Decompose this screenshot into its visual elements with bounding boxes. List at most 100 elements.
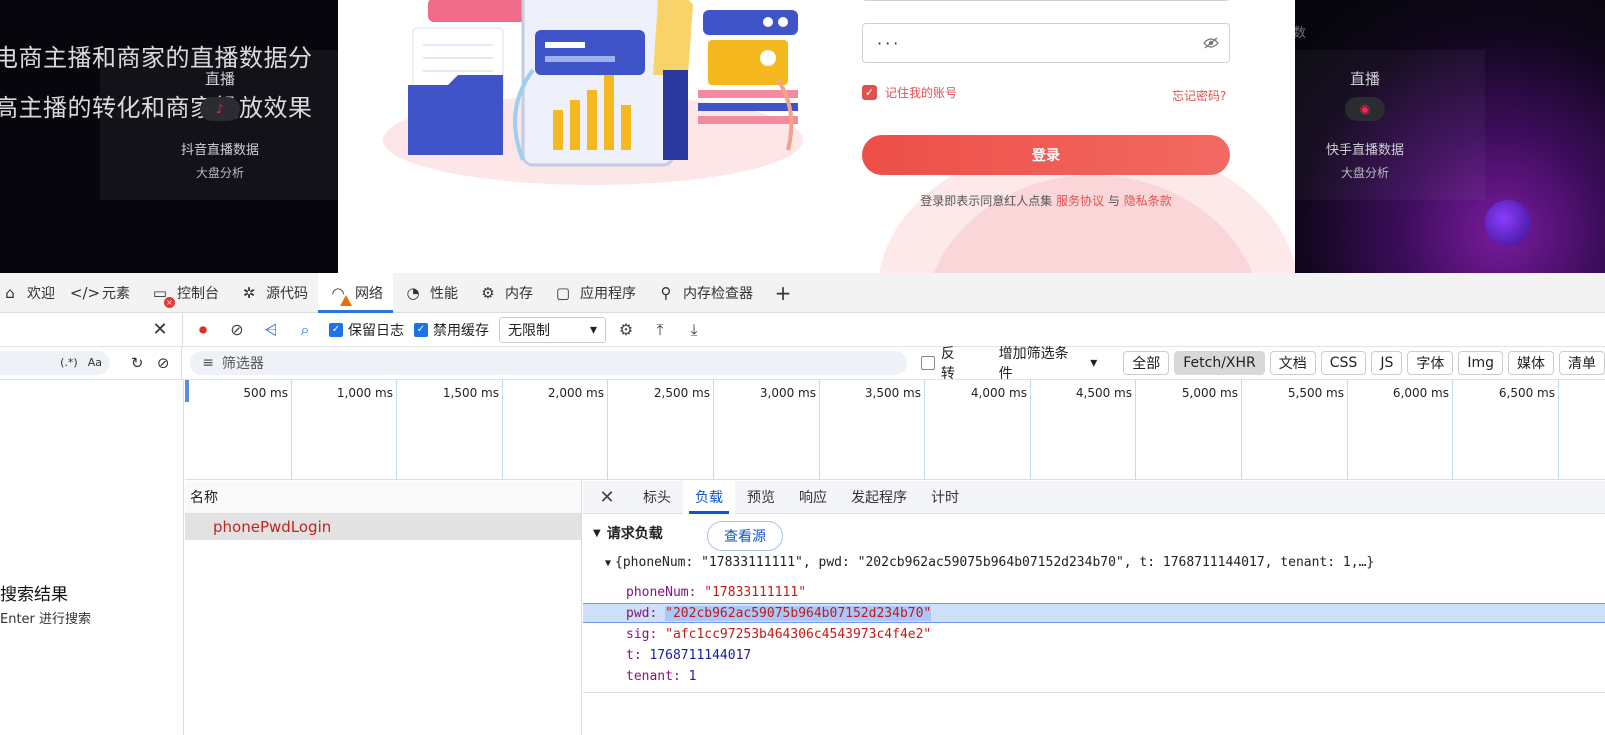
search-hint: Enter 进行搜索 xyxy=(0,612,92,627)
tab-preview[interactable]: 预览 xyxy=(735,481,787,514)
chevron-down-icon: ▾ xyxy=(589,321,597,338)
filter-placeholder: 筛选器 xyxy=(221,356,264,372)
password-value: ··· xyxy=(877,33,902,53)
timeline-tick: 5,500 ms xyxy=(1288,380,1348,480)
close-detail-icon[interactable]: ✕ xyxy=(583,487,631,508)
forgot-password-link[interactable]: 忘记密码? xyxy=(1172,87,1226,104)
timeline-tick-label: 6,000 ms xyxy=(1392,386,1449,400)
search-options: (.*) Aa xyxy=(0,350,110,375)
timeline-bar xyxy=(185,380,189,402)
export-har-icon[interactable]: ⤓ xyxy=(680,317,708,343)
search-icon[interactable]: ⌕ xyxy=(291,317,319,343)
filter-chip[interactable]: 媒体 xyxy=(1508,351,1554,375)
payload-field[interactable]: phoneNum: "17833111111" xyxy=(626,585,806,600)
tab-elements[interactable]: </> 元素 xyxy=(65,273,140,313)
payload-field[interactable]: t: 1768711144017 xyxy=(626,648,751,663)
card-live-label: 直播 xyxy=(204,70,235,88)
service-agreement-link[interactable]: 服务协议 xyxy=(1056,194,1104,208)
field-key: phoneNum xyxy=(626,585,689,600)
throttling-select[interactable]: 无限制 ▾ xyxy=(499,316,606,343)
tab-sources[interactable]: ✲ 源代码 xyxy=(229,273,318,313)
invert-checkbox[interactable]: 反转 xyxy=(920,343,969,383)
payload-field-selected[interactable]: pwd: "202cb962ac59075b964b07152d234b70" xyxy=(626,606,932,621)
tab-console[interactable]: ▭ × 控制台 xyxy=(140,273,229,313)
filter-chip[interactable]: 字体 xyxy=(1407,351,1454,375)
name-column-header[interactable]: 名称 xyxy=(185,481,581,514)
request-payload-section[interactable]: ▼ 请求负载 xyxy=(593,523,663,543)
timeline-tick-label: 500 ms xyxy=(243,386,288,400)
memory-inspector-icon: ⚲ xyxy=(660,283,672,302)
timeline-tick: 3,000 ms xyxy=(760,380,820,480)
timeline-tick: 1,500 ms xyxy=(443,380,503,480)
network-conditions-icon[interactable]: ⚙ xyxy=(612,317,640,343)
tab-initiator[interactable]: 发起程序 xyxy=(839,481,919,514)
filter-toggle-icon[interactable]: ⩤ xyxy=(257,317,285,343)
login-button[interactable]: 登录 xyxy=(862,135,1230,175)
phone-input-bottom-edge[interactable] xyxy=(862,0,1230,1)
timeline-tick-label: 1,500 ms xyxy=(442,386,499,400)
tab-label: 应用程序 xyxy=(580,285,636,302)
clear-icon[interactable]: ⊘ xyxy=(223,317,251,343)
payload-field[interactable]: sig: "afc1cc97253b464306c4543973c4f4e2" xyxy=(626,627,931,642)
network-overview-timeline[interactable]: 500 ms 1,000 ms 1,500 ms 2,000 ms 2,500 ms 3,… xyxy=(185,380,1605,480)
remember-account-checkbox[interactable]: ✓ 记住我的账号 xyxy=(862,84,957,101)
tab-welcome[interactable]: ⌂ 欢迎 xyxy=(0,273,65,313)
tab-application[interactable]: ▢ 应用程序 xyxy=(543,273,646,313)
filter-chip[interactable]: 全部 xyxy=(1123,351,1170,375)
filter-chip[interactable]: CSS xyxy=(1320,351,1367,375)
regex-toggle[interactable]: (.*) xyxy=(60,356,78,369)
filter-chip[interactable]: Fetch/XHR xyxy=(1174,351,1265,375)
privacy-policy-link[interactable]: 隐私条款 xyxy=(1124,194,1172,208)
timeline-tick-label: 4,000 ms xyxy=(970,386,1027,400)
payload-field[interactable]: tenant: 1 xyxy=(626,669,696,684)
card-subtitle: 大盘分析 xyxy=(195,166,244,180)
timeline-tick: 6,000 ms xyxy=(1393,380,1453,480)
checkbox-checked-icon: ✓ xyxy=(862,85,877,100)
filter-chip[interactable]: 文档 xyxy=(1269,351,1316,375)
timeline-tick-label: 1,000 ms xyxy=(336,386,393,400)
timeline-tick-label: 2,500 ms xyxy=(653,386,710,400)
bug-icon: ✲ xyxy=(242,283,256,302)
match-case-toggle[interactable]: Aa xyxy=(88,356,102,369)
filter-input[interactable]: ≡ 筛选器 xyxy=(190,351,907,375)
tab-network[interactable]: ◠ 网络 xyxy=(318,272,393,313)
view-source-button[interactable]: 查看源 xyxy=(707,521,783,551)
tab-memory-inspector[interactable]: ⚲ 内存检查器 xyxy=(646,273,763,313)
payload-summary[interactable]: ▼ {phoneNum: "17833111111", pwd: "202cb96… xyxy=(605,555,1374,570)
close-search-icon[interactable]: ✕ xyxy=(150,319,170,340)
tab-label: 内存检查器 xyxy=(683,285,753,302)
disable-cache-checkbox[interactable]: ✓ 禁用缓存 xyxy=(414,320,489,340)
filter-chip[interactable]: 清单 xyxy=(1559,351,1605,375)
request-list: 名称 phonePwdLogin xyxy=(185,481,582,735)
tab-memory[interactable]: ⚙ 内存 xyxy=(468,273,543,313)
timeline-tick-label: 3,000 ms xyxy=(759,386,816,400)
add-tab-button[interactable]: + xyxy=(763,273,803,313)
field-value: 1 xyxy=(688,669,697,684)
tab-performance[interactable]: ◔ 性能 xyxy=(393,273,468,313)
preserve-log-label: 保留日志 xyxy=(348,322,404,339)
filter-chip[interactable]: JS xyxy=(1371,351,1403,375)
tab-label: 内存 xyxy=(505,285,533,302)
record-stop-icon[interactable]: ⏺ xyxy=(189,317,217,343)
refresh-icon[interactable]: ↻ xyxy=(127,353,147,373)
login-illustration xyxy=(383,0,803,185)
douyin-live-card[interactable]: 直播 ♪ 抖音直播数据 大盘分析 xyxy=(100,50,340,200)
agreement-text: 登录即表示同意红人点集 服务协议 与 隐私条款 xyxy=(862,192,1230,209)
timeline-tick: 6,500 ms xyxy=(1499,380,1559,480)
preserve-log-checkbox[interactable]: ✓ 保留日志 xyxy=(329,320,404,340)
hide-password-icon[interactable] xyxy=(1203,36,1219,50)
import-har-icon[interactable]: ⤒ xyxy=(646,317,674,343)
password-input[interactable]: ··· xyxy=(862,23,1230,63)
filter-chip[interactable]: Img xyxy=(1458,351,1503,375)
request-row[interactable]: phonePwdLogin xyxy=(185,514,581,540)
devtools-panel: ⌂ 欢迎 </> 元素 ▭ × 控制台 ✲ 源代码 ◠ 网络 ◔ 性能 ⚙ 内存 xyxy=(0,272,1605,735)
tab-response[interactable]: 响应 xyxy=(787,481,839,514)
tab-payload[interactable]: 负载 xyxy=(683,480,735,514)
gauge-icon: ◔ xyxy=(406,283,420,302)
chevron-down-icon: ▾ xyxy=(1090,355,1098,371)
add-filter-dropdown[interactable]: 增加筛选条件 ▾ xyxy=(999,343,1098,383)
clear-search-icon[interactable]: ⊘ xyxy=(153,353,173,373)
tab-headers[interactable]: 标头 xyxy=(631,481,683,514)
tab-timing[interactable]: 计时 xyxy=(919,481,971,514)
checkbox-checked-icon: ✓ xyxy=(329,322,343,337)
